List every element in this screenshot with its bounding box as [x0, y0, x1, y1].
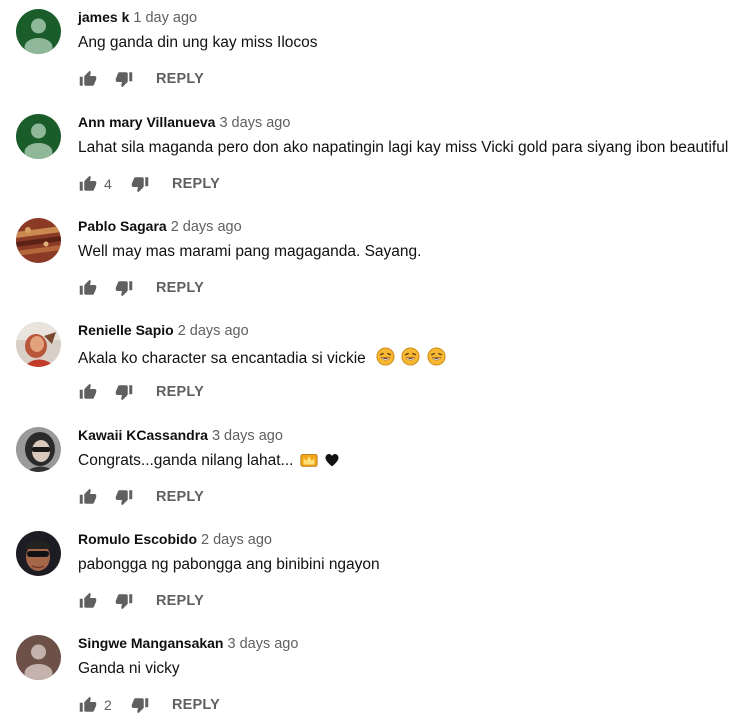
like-button[interactable] [78, 278, 98, 298]
comment-author[interactable]: james k [78, 9, 129, 25]
like-count: 4 [104, 176, 112, 192]
comment-author[interactable]: Ann mary Villanueva [78, 114, 215, 130]
default-avatar-icon [16, 9, 61, 54]
like-button[interactable] [78, 69, 98, 89]
like-button[interactable] [78, 174, 98, 194]
comment-actions: 4 REPLY [78, 173, 220, 195]
dislike-button[interactable] [130, 695, 150, 715]
thumbs-down-icon [115, 594, 133, 610]
comment-actions: REPLY [78, 486, 204, 508]
comment-item: Pablo Sagara 2 days ago Well may mas mara… [0, 209, 750, 309]
thumbs-up-icon [79, 696, 97, 712]
comment-author[interactable]: Singwe Mangansakan [78, 635, 223, 651]
like-button[interactable] [78, 487, 98, 507]
comment-item: Kawaii KCassandra 3 days ago Congrats...g… [0, 418, 750, 518]
like-button[interactable] [78, 382, 98, 402]
thumbs-down-icon [131, 177, 149, 193]
thumbs-up-icon [79, 70, 97, 86]
avatar[interactable] [16, 218, 61, 263]
comment-actions: REPLY [78, 68, 204, 90]
thumbs-down-icon [115, 281, 133, 297]
comment-text: Lahat sila maganda pero don ako napating… [78, 139, 729, 156]
dislike-button[interactable] [130, 174, 150, 194]
comment-timestamp[interactable]: 2 days ago [171, 219, 242, 235]
thumbs-up-icon [79, 488, 97, 504]
comment-actions: 2 REPLY [78, 694, 220, 716]
comment-timestamp[interactable]: 3 days ago [227, 636, 298, 652]
comment-text: pabongga ng pabongga ang binibini ngayon [78, 556, 380, 573]
reply-button[interactable]: REPLY [172, 176, 220, 192]
user-photo-icon [16, 531, 61, 576]
user-photo-icon [16, 218, 61, 263]
comment-text-content: Akala ko character sa encantadia si vick… [78, 350, 366, 367]
comment-item: Renielle Sapio 2 days ago Akala ko charac… [0, 313, 750, 413]
comment-text-content: Congrats...ganda nilang lahat... [78, 452, 294, 469]
dislike-button[interactable] [114, 278, 134, 298]
like-button[interactable] [78, 591, 98, 611]
thumbs-down-icon [131, 698, 149, 714]
reply-button[interactable]: REPLY [156, 280, 204, 296]
comment-author[interactable]: Renielle Sapio [78, 322, 174, 338]
avatar[interactable] [16, 9, 61, 54]
thumbs-up-icon [79, 383, 97, 399]
comment-item: Ann mary Villanueva 3 days ago Lahat sila… [0, 105, 750, 205]
default-avatar-icon [16, 114, 61, 159]
comment-timestamp[interactable]: 3 days ago [219, 115, 290, 131]
thumbs-down-icon [115, 490, 133, 506]
comment-item: james k1 day ago Ang ganda din ung kay m… [0, 0, 750, 100]
dislike-button[interactable] [114, 591, 134, 611]
user-photo-icon [16, 322, 61, 367]
laughing-face-emoji [376, 347, 395, 366]
comment-actions: REPLY [78, 381, 204, 403]
reply-button[interactable]: REPLY [156, 489, 204, 505]
avatar[interactable] [16, 322, 61, 367]
comment-text: Congrats...ganda nilang lahat... [78, 452, 340, 470]
comment-list: james k1 day ago Ang ganda din ung kay m… [0, 0, 750, 724]
comment-text: Ganda ni vicky [78, 660, 180, 677]
comment-timestamp[interactable]: 2 days ago [201, 532, 272, 548]
comment-author[interactable]: Kawaii KCassandra [78, 427, 208, 443]
laughing-face-emoji [427, 347, 446, 366]
reply-button[interactable]: REPLY [172, 697, 220, 713]
comment-item: Singwe Mangansakan 3 days ago Ganda ni vi… [0, 626, 750, 726]
reply-button[interactable]: REPLY [156, 384, 204, 400]
thumbs-down-icon [115, 72, 133, 88]
dislike-button[interactable] [114, 487, 134, 507]
comment-author[interactable]: Pablo Sagara [78, 218, 167, 234]
user-photo-icon [16, 427, 61, 472]
comment-actions: REPLY [78, 277, 204, 299]
crown-emoji [300, 454, 318, 467]
comment-timestamp[interactable]: 1 day ago [133, 10, 197, 26]
comment-item: Romulo Escobido 2 days ago pabongga ng pa… [0, 522, 750, 622]
like-button[interactable] [78, 695, 98, 715]
comment-text: Well may mas marami pang magaganda. Saya… [78, 243, 422, 260]
thumbs-up-icon [79, 279, 97, 295]
default-avatar-icon [16, 635, 61, 680]
reply-button[interactable]: REPLY [156, 71, 204, 87]
like-count: 2 [104, 697, 112, 713]
thumbs-up-icon [79, 592, 97, 608]
avatar[interactable] [16, 114, 61, 159]
comment-author[interactable]: Romulo Escobido [78, 531, 197, 547]
avatar[interactable] [16, 531, 61, 576]
comment-timestamp[interactable]: 3 days ago [212, 428, 283, 444]
dislike-button[interactable] [114, 382, 134, 402]
comment-text: Akala ko character sa encantadia si vick… [78, 347, 446, 368]
black-heart-emoji [325, 453, 339, 467]
thumbs-up-icon [79, 175, 97, 191]
comment-text: Ang ganda din ung kay miss Ilocos [78, 34, 318, 51]
thumbs-down-icon [115, 385, 133, 401]
avatar[interactable] [16, 427, 61, 472]
avatar[interactable] [16, 635, 61, 680]
dislike-button[interactable] [114, 69, 134, 89]
comment-timestamp[interactable]: 2 days ago [178, 323, 249, 339]
laughing-face-emoji [401, 347, 420, 366]
comment-actions: REPLY [78, 590, 204, 612]
reply-button[interactable]: REPLY [156, 593, 204, 609]
